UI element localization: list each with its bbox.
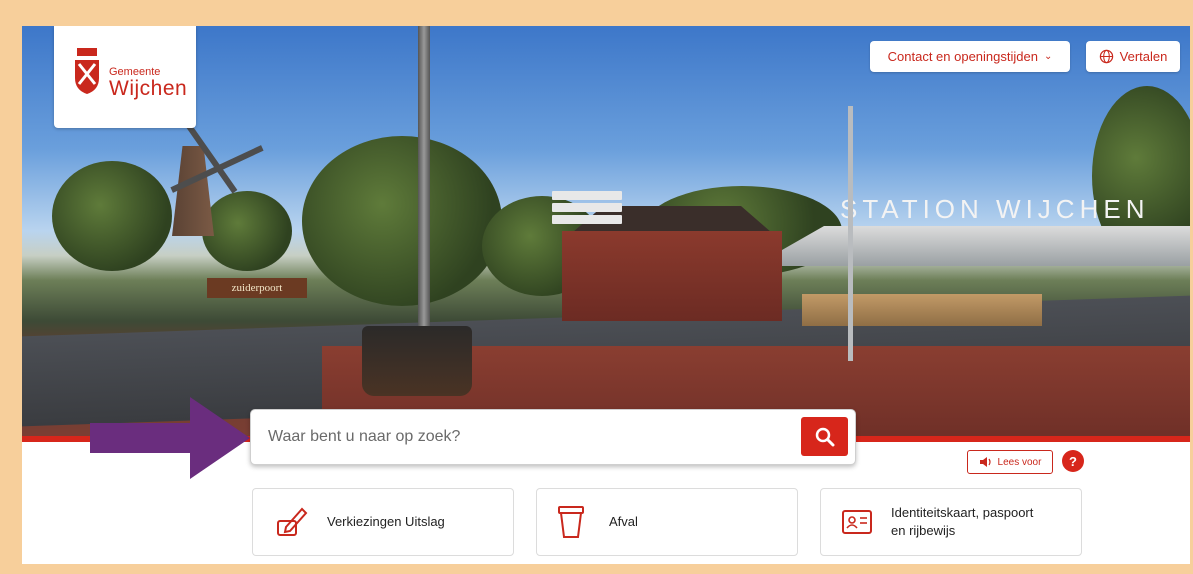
tile-afval[interactable]: Afval <box>536 488 798 556</box>
search-bar <box>250 409 856 465</box>
tile-label-line2: en rijbewijs <box>891 523 956 538</box>
contact-hours-label: Contact en openingstijden <box>887 49 1038 64</box>
search-icon <box>815 427 834 446</box>
contact-hours-button[interactable]: Contact en openingstijden ⌄ <box>870 41 1070 72</box>
logo-home-link[interactable]: Gemeente Wijchen <box>54 26 196 128</box>
tile-label: Afval <box>609 514 638 529</box>
read-aloud-label: Lees voor <box>997 456 1042 468</box>
annotation-arrow-icon <box>90 397 250 479</box>
speaker-icon <box>979 457 991 467</box>
tile-verkiezingen[interactable]: Verkiezingen Uitslag <box>252 488 514 556</box>
translate-label: Vertalen <box>1119 49 1168 64</box>
read-aloud-button[interactable]: Lees voor <box>967 450 1053 474</box>
search-button[interactable] <box>801 417 848 456</box>
search-input[interactable] <box>266 420 790 454</box>
globe-icon <box>1099 49 1113 64</box>
roundabout-sign: zuiderpoort <box>207 278 307 298</box>
crest-icon <box>75 48 99 94</box>
station-sign: STATION WIJCHEN <box>840 194 1150 224</box>
tile-label-line1: Identiteitskaart, paspoort <box>891 505 1034 520</box>
tile-label: Identiteitskaart, paspoort en rijbewijs <box>891 504 1033 540</box>
logo-line2: Wijchen <box>109 77 188 100</box>
help-button[interactable]: ? <box>1062 450 1084 472</box>
waste-bin-icon <box>551 502 591 542</box>
browser-viewport: STATION WIJCHEN zuiderpoort Gemeente Wij… <box>22 26 1190 564</box>
tile-identiteitskaart[interactable]: Identiteitskaart, paspoort en rijbewijs <box>820 488 1082 556</box>
chevron-down-icon: ⌄ <box>1043 51 1053 62</box>
id-card-icon <box>837 502 877 542</box>
ballot-pen-icon <box>271 502 311 542</box>
tile-label: Verkiezingen Uitslag <box>327 514 445 529</box>
hero-image: STATION WIJCHEN zuiderpoort <box>22 26 1190 436</box>
translate-button[interactable]: Vertalen <box>1086 41 1180 72</box>
